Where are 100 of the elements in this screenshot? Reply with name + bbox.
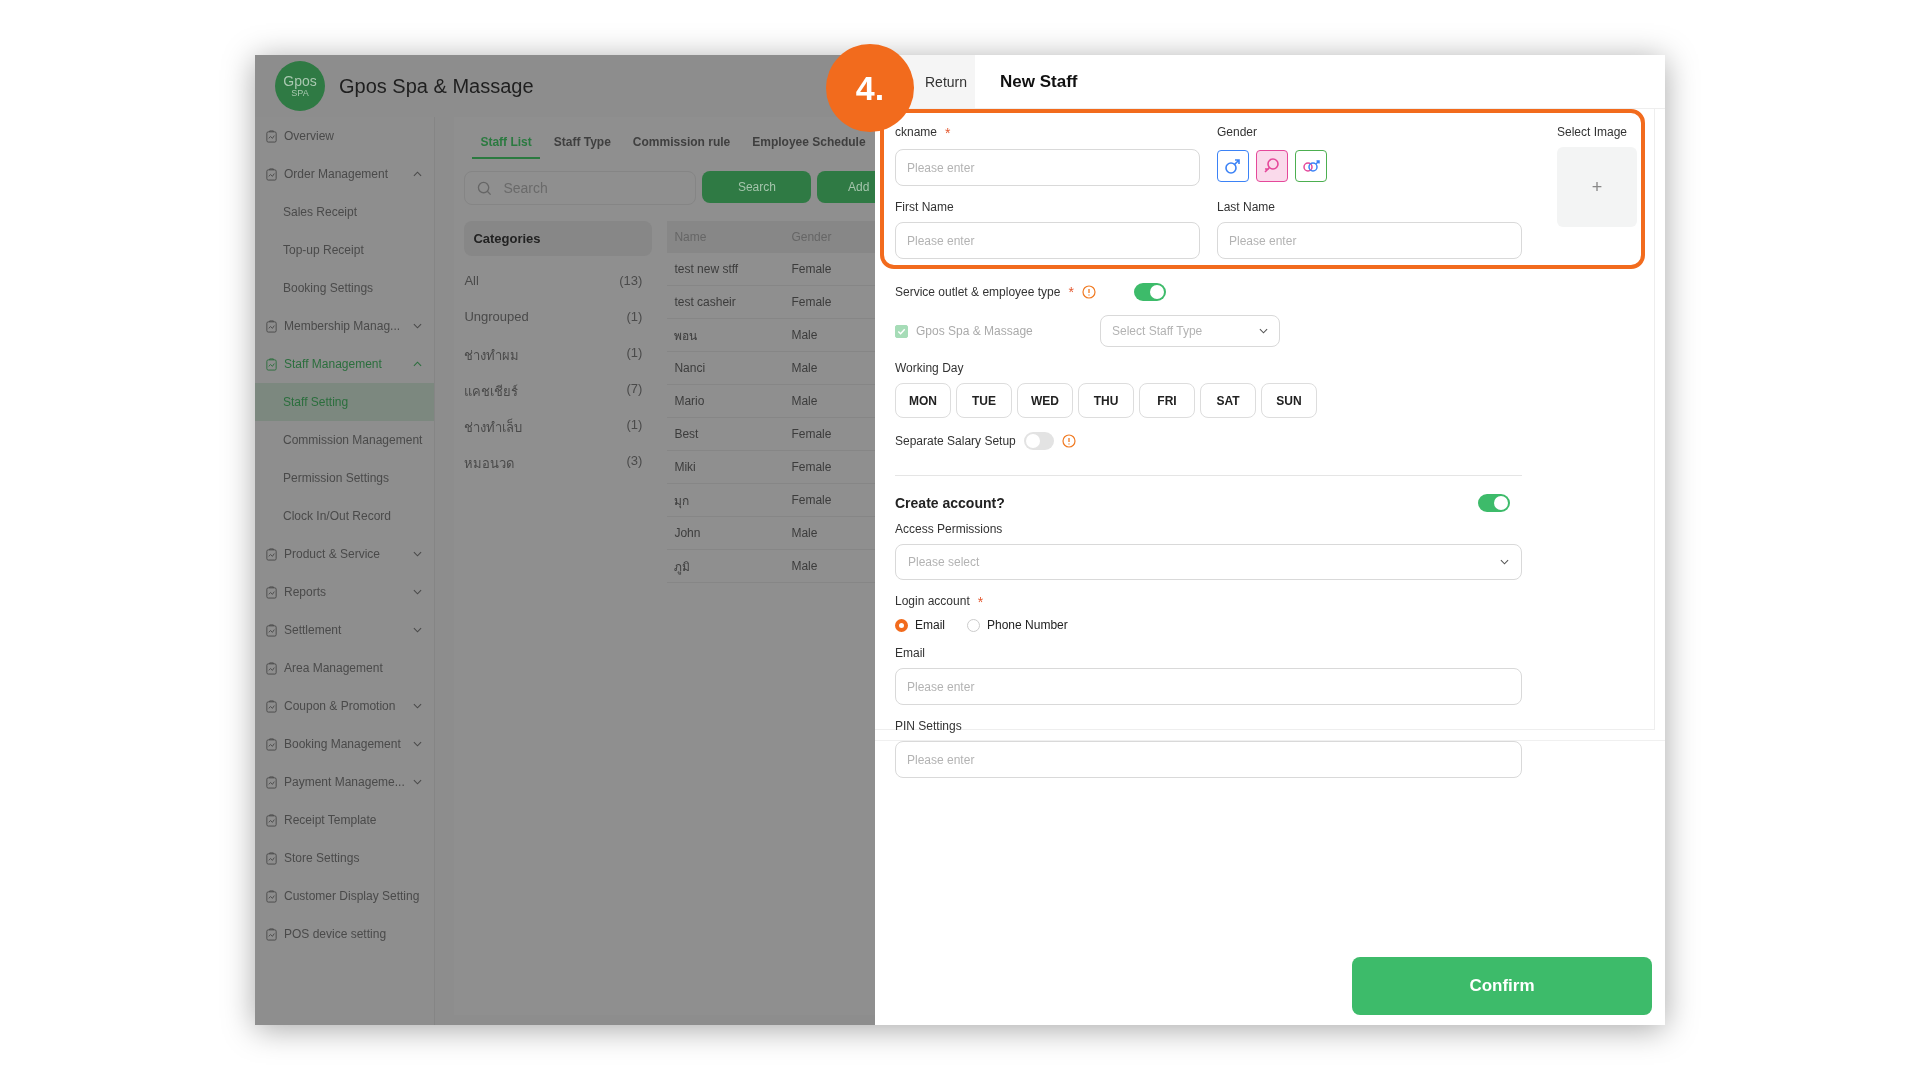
field-label: Login account [895,594,970,610]
sidebar-item[interactable]: Payment Manageme... [255,763,435,801]
table-cell-text: พอน [673,327,699,345]
field-label: PIN Settings [895,719,962,733]
sidebar-item[interactable]: Membership Manag... [255,307,435,345]
table-cell-text: test casheir [673,295,737,309]
sidebar-item[interactable]: Booking Settings [255,269,435,307]
male-option[interactable] [1217,149,1249,182]
sidebar-item[interactable]: Staff Management [255,345,435,383]
toggle-switch[interactable] [1133,283,1166,301]
sidebar-item[interactable]: Receipt Template [255,801,435,839]
clipboard-icon [265,661,278,675]
add-button[interactable]: Add [817,171,878,203]
both-genders-option[interactable] [1295,149,1327,182]
search-icon [477,181,493,196]
required-mark: * [945,125,951,141]
table-cell-text: Female [790,262,833,276]
sidebar-item[interactable]: Customer Display Setting [255,877,435,915]
input-field[interactable]: Please enter [895,222,1200,259]
table-cell-text: test new stff [673,262,740,276]
input-field[interactable]: Please enter [1217,222,1522,259]
sidebar-item[interactable]: Sales Receipt [255,193,435,231]
required-mark: * [1068,284,1074,300]
tab[interactable]: Employee Schedule [744,127,874,159]
radio-option[interactable]: Email [895,618,945,632]
tab[interactable]: Commission rule [624,127,739,159]
tab[interactable]: Staff Type [545,127,619,159]
day-button[interactable]: SAT [1200,383,1256,418]
category-item[interactable]: ช่างทำผม (1) [464,345,653,364]
input-field[interactable]: Please enter [895,741,1522,778]
clipboard-icon [265,585,278,599]
clipboard-icon [265,547,278,561]
sidebar-item[interactable]: Area Management [255,649,435,687]
category-item[interactable]: All (13) [464,273,653,292]
sidebar-item[interactable]: Staff Setting [255,383,435,421]
clipboard-icon [265,357,278,371]
radio-option[interactable]: Phone Number [967,618,1068,632]
field-label: First Name [895,200,954,214]
field-label: Email [895,646,925,660]
clipboard-icon [265,813,278,827]
sidebar-item[interactable]: Permission Settings [255,459,435,497]
field-label: Separate Salary Setup [895,434,1016,448]
clipboard-icon [265,851,278,865]
sidebar-item[interactable]: Clock In/Out Record [255,497,435,535]
sidebar-item[interactable]: Settlement [255,611,435,649]
sidebar-item[interactable]: Top-up Receipt [255,231,435,269]
categories-heading: Categories [464,221,653,256]
day-button[interactable]: FRI [1139,383,1195,418]
table-cell-text: Male [790,394,819,408]
table-cell-text: Female [790,427,833,441]
clipboard-icon [265,927,278,941]
field-label: Working Day [895,361,964,375]
return-button[interactable]: Return [925,55,975,108]
confirm-button[interactable]: Confirm [1352,957,1652,1015]
field-label: Last Name [1217,200,1276,214]
field-label: Service outlet & employee type [895,285,1061,299]
field-label: Access Permissions [895,522,1003,536]
toggle-switch[interactable] [1023,432,1054,450]
clipboard-icon [265,623,278,637]
clipboard-icon [265,167,278,181]
input-field[interactable]: Please enter [895,668,1522,705]
sidebar-item[interactable]: Coupon & Promotion [255,687,435,725]
clipboard-icon [265,129,278,143]
chevron-icon [1259,328,1268,334]
drawer-title: New Staff [1000,71,1078,92]
sidebar-item[interactable]: POS device setting [255,915,435,953]
outlet-label: Gpos Spa & Massage [916,324,1033,338]
sidebar-item[interactable]: Reports [255,573,435,611]
category-item[interactable]: ช่างทำเล็บ (1) [464,417,653,436]
category-item[interactable]: หมอนวด (3) [464,453,653,472]
sidebar-item[interactable]: Booking Management [255,725,435,763]
sidebar-item[interactable]: Commission Management [255,421,435,459]
sidebar-item[interactable]: Store Settings [255,839,435,877]
staff-type-dropdown[interactable]: Select Staff Type [1100,315,1280,347]
day-button[interactable]: THU [1078,383,1134,418]
sidebar-item[interactable]: Product & Service [255,535,435,573]
field-label: ckname [895,125,938,141]
chevron-icon [1500,559,1509,565]
category-item[interactable]: แคชเชียร์ (7) [464,381,653,400]
field-label: Gender [1217,125,1258,139]
sidebar-item[interactable]: Order Management [255,155,435,193]
toggle-switch[interactable] [1478,494,1510,512]
permissions-dropdown[interactable]: Please select [895,544,1522,580]
image-upload-button[interactable]: + [1557,147,1637,227]
sidebar-item[interactable]: Overview [255,117,435,155]
day-button[interactable]: WED [1017,383,1073,418]
checkbox[interactable] [895,324,908,338]
table-cell-text: Female [790,460,833,474]
table-cell-text: Male [790,559,819,573]
table-cell-text: John [673,526,702,540]
search-button[interactable]: Search [702,171,812,203]
table-cell-text: ภูมิ [673,558,692,576]
category-item[interactable]: Ungrouped (1) [464,309,653,328]
day-button[interactable]: SUN [1261,383,1317,418]
tab[interactable]: Staff List [472,127,540,159]
day-button[interactable]: MON [895,383,951,418]
day-button[interactable]: TUE [956,383,1012,418]
input-field[interactable]: Please enter [895,149,1200,186]
female-option[interactable] [1256,149,1288,182]
table-cell-text: มุก [673,492,691,510]
